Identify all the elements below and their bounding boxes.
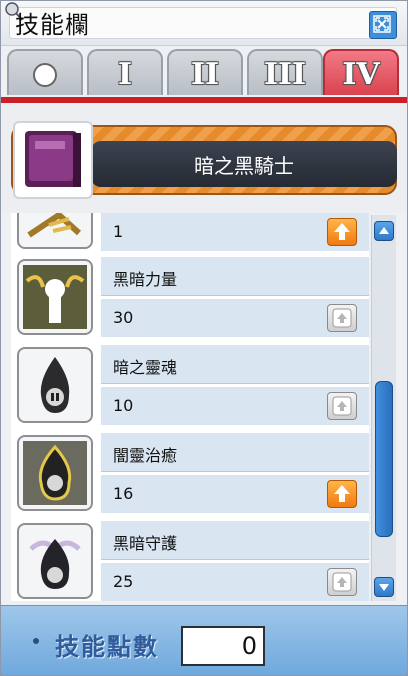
tab-job-1[interactable]: I (87, 49, 163, 95)
skill-name: 闇靈治癒 (113, 446, 178, 465)
tab-label: I (117, 57, 133, 92)
tab-label: III (263, 57, 307, 92)
skill-row: 闇靈治癒 16 (11, 431, 369, 517)
level-up-button[interactable] (327, 392, 357, 420)
skill-points-label: 技能點數 (55, 633, 159, 661)
tab-job-3[interactable]: III (247, 49, 323, 95)
skill-level-bar: 16 (101, 475, 369, 513)
skill-level: 30 (113, 308, 134, 327)
window-title: 技能欄 (15, 11, 90, 39)
title-bar[interactable]: 技能欄 (1, 1, 407, 46)
skill-level-bar: 25 (101, 563, 369, 601)
skill-points-value: 0 (181, 626, 265, 666)
skill-level: 25 (113, 572, 134, 591)
skill-level-bar: 1 (101, 213, 369, 251)
scroll-up-button[interactable] (374, 221, 394, 241)
skill-name-bar: 黑暗守護 (101, 521, 369, 560)
skill-icon-dark-heal[interactable] (17, 435, 93, 511)
level-up-button[interactable] (327, 568, 357, 596)
tab-label: IV (342, 57, 380, 92)
skill-row: 暗之靈魂 10 (11, 343, 369, 429)
tab-beginner-icon (33, 63, 57, 87)
level-up-button[interactable] (327, 480, 357, 508)
skill-icon-dark-guard[interactable] (17, 523, 93, 599)
skill-icon-dark-power[interactable] (17, 259, 93, 335)
job-book-icon (13, 121, 93, 199)
arrow-up-icon (332, 572, 352, 592)
tab-job-2[interactable]: II (167, 49, 243, 95)
skill-row: 黑暗力量 30 (11, 255, 369, 341)
skill-name: 黑暗守護 (113, 534, 178, 553)
skill-list: 1 黑暗力量 30 暗之靈魂 10 闇靈治癒 16 黑暗守護 25 (11, 213, 369, 601)
skill-points-bar: 技能點數 0 (1, 605, 407, 675)
skill-level-bar: 30 (101, 299, 369, 337)
skill-icon-dark-soul[interactable] (17, 347, 93, 423)
scroll-down-button[interactable] (374, 577, 394, 597)
skill-name-bar: 暗之靈魂 (101, 345, 369, 384)
arrow-up-icon (332, 396, 352, 416)
level-up-button[interactable] (327, 218, 357, 246)
skill-name: 暗之靈魂 (113, 358, 178, 377)
skill-name-bar: 黑暗力量 (101, 257, 369, 296)
tab-beginner[interactable] (7, 49, 83, 95)
skill-icon-slash[interactable] (17, 213, 93, 249)
skill-name-bar: 闇靈治癒 (101, 433, 369, 472)
skill-row: 1 (11, 213, 369, 255)
job-name: 暗之黑騎士 (194, 154, 294, 178)
arrow-up-icon (332, 308, 352, 328)
triangle-up-icon (379, 227, 389, 234)
skill-level: 10 (113, 396, 134, 415)
job-name-plate: 暗之黑騎士 (91, 141, 397, 187)
bullet-icon (33, 638, 39, 644)
arrow-up-icon (334, 223, 350, 240)
skill-name: 黑暗力量 (113, 270, 178, 289)
tab-job-4[interactable]: IV (323, 49, 399, 95)
level-up-button[interactable] (327, 304, 357, 332)
skill-window: 技能欄 I II III IV 暗之黑騎士 1 黑暗力量 30 暗之靈魂 10 … (0, 0, 408, 676)
scroll-thumb[interactable] (375, 381, 393, 537)
expand-icon (373, 15, 391, 33)
skill-level-bar: 10 (101, 387, 369, 425)
tab-label: II (190, 57, 220, 92)
arrow-up-icon (334, 485, 350, 502)
close-button[interactable] (369, 11, 397, 39)
skill-row: 黑暗守護 25 (11, 519, 369, 601)
skill-level: 16 (113, 484, 134, 503)
scrollbar[interactable] (371, 215, 396, 601)
triangle-down-icon (379, 584, 389, 591)
skill-level: 1 (113, 222, 124, 241)
job-tabs: I II III IV (7, 49, 403, 99)
